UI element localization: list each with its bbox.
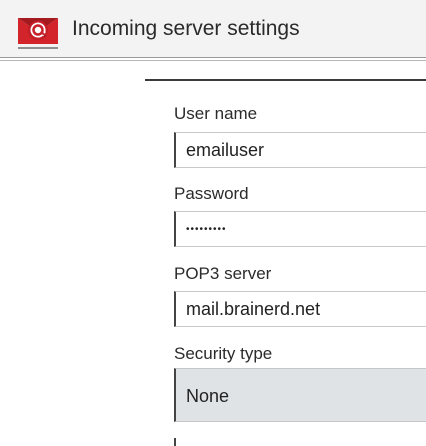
username-input[interactable] (186, 133, 418, 167)
header-divider (0, 60, 426, 61)
action-bar: Incoming server settings (0, 0, 426, 58)
password-input[interactable] (186, 212, 418, 246)
password-field[interactable] (174, 211, 426, 247)
cropped-text-fragment (174, 438, 176, 446)
security-type-value: None (186, 386, 230, 406)
security-type-label: Security type (174, 344, 273, 363)
password-label: Password (174, 184, 249, 203)
up-indicator (18, 47, 58, 49)
next-field-label-cropped (174, 438, 214, 446)
username-field[interactable] (174, 132, 426, 168)
email-app-icon[interactable] (16, 8, 60, 52)
username-label: User name (174, 104, 258, 123)
server-input[interactable] (186, 292, 418, 326)
security-type-select[interactable]: None (174, 368, 426, 422)
page-title: Incoming server settings (72, 17, 300, 40)
section-divider (145, 79, 426, 81)
server-label: POP3 server (174, 264, 272, 283)
server-field[interactable] (174, 291, 426, 327)
